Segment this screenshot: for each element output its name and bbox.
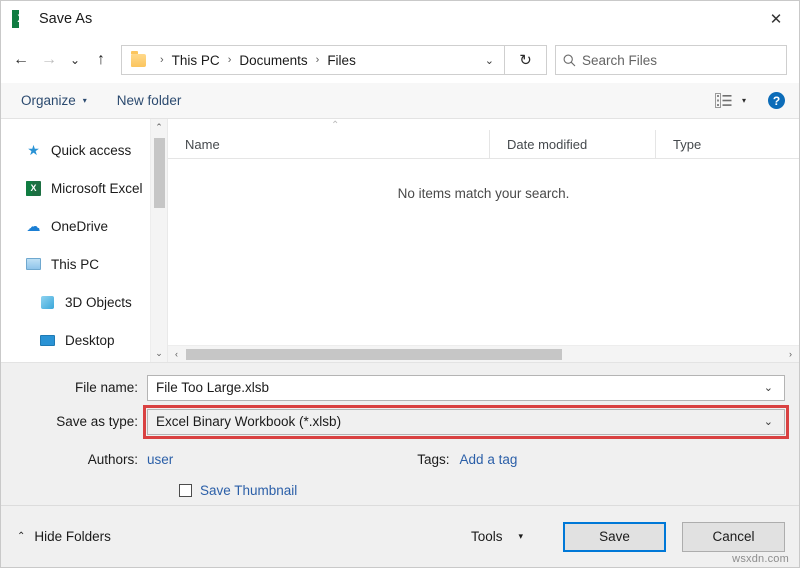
- organize-label: Organize: [21, 93, 76, 108]
- save-as-dialog: X Save As ✕ ← → ⌄ ↑ › This PC › Document…: [0, 0, 800, 568]
- save-as-type-label: Save as type:: [1, 414, 147, 429]
- save-thumbnail-label[interactable]: Save Thumbnail: [200, 483, 297, 498]
- save-button[interactable]: Save: [563, 522, 666, 552]
- breadcrumb-segment-1[interactable]: Documents: [238, 53, 308, 68]
- back-icon[interactable]: ←: [7, 45, 35, 75]
- authors-value[interactable]: user: [147, 452, 173, 467]
- scroll-down-icon[interactable]: ⌄: [151, 345, 168, 362]
- scroll-right-icon[interactable]: ›: [782, 346, 799, 363]
- sidebar-item-onedrive[interactable]: ☁ OneDrive: [1, 207, 167, 245]
- search-placeholder: Search Files: [582, 53, 657, 68]
- sidebar-item-microsoft-excel[interactable]: X Microsoft Excel: [1, 169, 167, 207]
- file-name-row: File name: File Too Large.xlsb ⌄: [1, 373, 799, 402]
- title-bar: X Save As ✕: [1, 1, 799, 37]
- dialog-footer: ⌃ Hide Folders Tools ▾ Save Cancel wsxdn…: [1, 505, 799, 567]
- up-icon[interactable]: ↑: [87, 45, 115, 75]
- column-header-date-modified[interactable]: Date modified: [489, 130, 655, 159]
- chevron-down-icon: ▾: [518, 531, 523, 542]
- file-list-horizontal-scrollbar[interactable]: ‹ ›: [168, 345, 799, 362]
- navigation-bar: ← → ⌄ ↑ › This PC › Documents › Files ⌄ …: [1, 37, 799, 83]
- command-toolbar: Organize ▾ New folder ▾ ?: [1, 83, 799, 119]
- sidebar-item-label: Desktop: [65, 333, 115, 348]
- scroll-up-icon[interactable]: ⌃: [151, 119, 168, 136]
- cloud-icon: ☁: [25, 218, 42, 235]
- help-icon[interactable]: ?: [768, 92, 785, 109]
- hide-folders-button[interactable]: ⌃ Hide Folders: [17, 529, 111, 544]
- breadcrumb-segment-2[interactable]: Files: [326, 53, 357, 68]
- footer-button-group: Tools ▾ Save Cancel: [471, 522, 785, 552]
- organize-button[interactable]: Organize ▾: [21, 93, 87, 108]
- tags-label: Tags:: [417, 452, 449, 467]
- folder-icon: [131, 54, 146, 67]
- pc-icon: [25, 256, 42, 273]
- file-name-value: File Too Large.xlsb: [148, 380, 269, 395]
- chevron-up-icon: ⌃: [17, 531, 25, 542]
- save-thumbnail-row: Save Thumbnail: [1, 475, 799, 505]
- toolbar-right-group: ▾ ?: [715, 92, 785, 109]
- navigation-pane: ★ Quick access X Microsoft Excel ☁ OneDr…: [1, 119, 167, 362]
- scrollbar-thumb[interactable]: [186, 349, 562, 360]
- sidebar-item-quick-access[interactable]: ★ Quick access: [1, 131, 167, 169]
- chevron-down-icon[interactable]: ⌄: [753, 381, 784, 394]
- metadata-row: Authors: user Tags: Add a tag: [1, 443, 799, 475]
- empty-message: No items match your search.: [398, 186, 570, 345]
- scroll-left-icon[interactable]: ‹: [168, 346, 185, 363]
- dialog-body: ★ Quick access X Microsoft Excel ☁ OneDr…: [1, 119, 799, 363]
- monitor-icon: [39, 332, 56, 349]
- recent-locations-icon[interactable]: ⌄: [63, 45, 87, 75]
- view-list-icon[interactable]: [715, 93, 732, 108]
- sidebar-item-3d-objects[interactable]: 3D Objects: [1, 283, 167, 321]
- new-folder-button[interactable]: New folder: [117, 93, 182, 108]
- hide-folders-label: Hide Folders: [34, 529, 111, 544]
- column-headers: Name Date modified Type: [168, 130, 799, 159]
- sidebar-item-label: OneDrive: [51, 219, 108, 234]
- save-as-type-value: Excel Binary Workbook (*.xlsb): [148, 414, 341, 429]
- dialog-title: Save As: [39, 11, 92, 27]
- breadcrumb-separator: ›: [221, 55, 239, 66]
- chevron-down-icon: ▾: [83, 96, 87, 105]
- file-list-pane: ⌃ Name Date modified Type No items match…: [167, 119, 799, 362]
- sidebar-scrollbar[interactable]: ⌃ ⌄: [150, 119, 167, 362]
- watermark: wsxdn.com: [732, 553, 789, 565]
- close-icon[interactable]: ✕: [753, 1, 799, 37]
- chevron-down-icon[interactable]: ⌄: [753, 415, 784, 428]
- sidebar-item-label: Quick access: [51, 143, 131, 158]
- save-form: File name: File Too Large.xlsb ⌄ Save as…: [1, 363, 799, 505]
- chevron-down-icon[interactable]: ⌄: [475, 54, 504, 67]
- cancel-button[interactable]: Cancel: [682, 522, 785, 552]
- sidebar-item-label: This PC: [51, 257, 99, 272]
- file-name-label: File name:: [1, 380, 147, 395]
- sidebar-item-label: Microsoft Excel: [51, 181, 143, 196]
- breadcrumb-segment-0[interactable]: This PC: [171, 53, 221, 68]
- search-icon: [556, 54, 582, 67]
- excel-icon: X: [12, 10, 30, 28]
- save-as-type-row: Save as type: Excel Binary Workbook (*.x…: [1, 407, 799, 436]
- breadcrumb-separator: ›: [153, 55, 171, 66]
- breadcrumb[interactable]: › This PC › Documents › Files ⌄: [121, 45, 505, 75]
- cube-icon: [39, 294, 56, 311]
- save-thumbnail-checkbox[interactable]: [179, 484, 192, 497]
- tags-value[interactable]: Add a tag: [460, 452, 518, 467]
- authors-label: Authors:: [1, 452, 147, 467]
- save-as-type-dropdown[interactable]: Excel Binary Workbook (*.xlsb) ⌄: [147, 409, 785, 435]
- excel-icon: X: [25, 180, 42, 197]
- file-name-input[interactable]: File Too Large.xlsb ⌄: [147, 375, 785, 401]
- tools-label: Tools: [471, 529, 503, 544]
- tools-button[interactable]: Tools ▾: [471, 529, 523, 544]
- forward-icon[interactable]: →: [35, 45, 63, 75]
- refresh-icon[interactable]: ↻: [505, 45, 547, 75]
- star-icon: ★: [25, 142, 42, 159]
- sidebar-clip-mask: [1, 352, 150, 362]
- column-header-name[interactable]: Name: [168, 130, 489, 159]
- chevron-down-icon[interactable]: ▾: [742, 96, 746, 105]
- breadcrumb-separator: ›: [309, 55, 327, 66]
- sidebar-item-this-pc[interactable]: This PC: [1, 245, 167, 283]
- column-header-type[interactable]: Type: [655, 130, 799, 159]
- file-list-empty-state: No items match your search.: [168, 159, 799, 345]
- scrollbar-thumb[interactable]: [154, 138, 165, 208]
- search-input[interactable]: Search Files: [555, 45, 787, 75]
- sidebar-item-label: 3D Objects: [65, 295, 132, 310]
